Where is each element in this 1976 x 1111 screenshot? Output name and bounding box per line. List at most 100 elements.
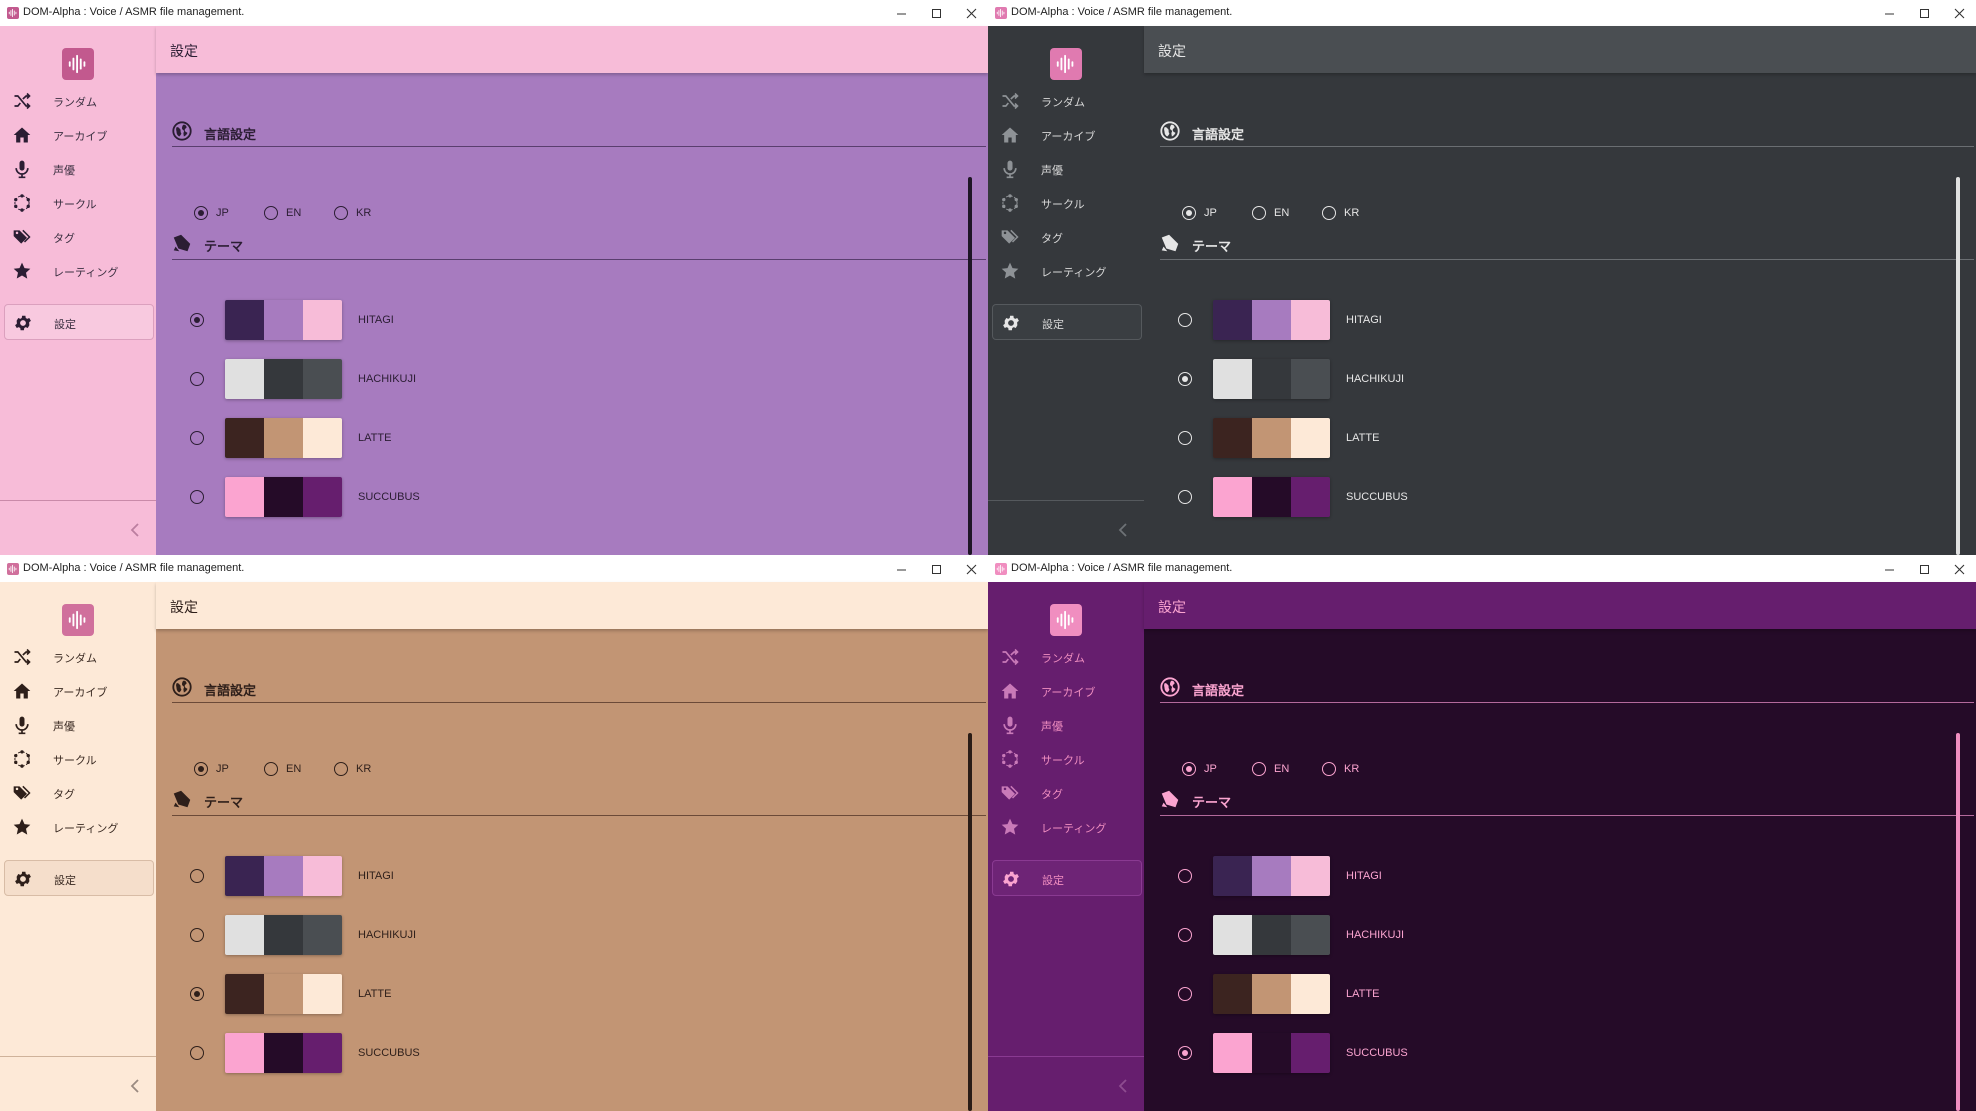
sidebar-item-6[interactable]: 設定	[4, 860, 154, 896]
sidebar-item-0[interactable]: ランダム	[4, 639, 154, 675]
sidebar-item-6[interactable]: 設定	[4, 304, 154, 340]
lang-radio-en[interactable]	[264, 206, 278, 220]
lang-radio-jp[interactable]	[194, 206, 208, 220]
sidebar-item-1[interactable]: アーカイブ	[4, 117, 154, 153]
app-logo[interactable]	[1050, 604, 1082, 636]
section-divider	[1160, 815, 1974, 816]
app-logo[interactable]	[1050, 48, 1082, 80]
lang-radio-kr[interactable]	[1322, 206, 1336, 220]
theme-radio[interactable]	[1178, 987, 1192, 1001]
theme-radio[interactable]	[190, 490, 204, 504]
sidebar-item-0[interactable]: ランダム	[992, 639, 1142, 675]
lang-radio-jp[interactable]	[194, 762, 208, 776]
chevron-left-icon[interactable]	[1114, 1076, 1134, 1096]
theme-radio[interactable]	[190, 372, 204, 386]
theme-radio[interactable]	[1178, 313, 1192, 327]
theme-option[interactable]: SUCCUBUS	[1144, 1031, 1944, 1075]
lang-radio-jp[interactable]	[1182, 206, 1196, 220]
theme-radio[interactable]	[190, 869, 204, 883]
chevron-left-icon[interactable]	[126, 520, 146, 540]
theme-radio[interactable]	[190, 313, 204, 327]
sidebar-item-1[interactable]: アーカイブ	[4, 673, 154, 709]
lang-radio-en[interactable]	[1252, 206, 1266, 220]
app-logo[interactable]	[62, 48, 94, 80]
app-logo[interactable]	[62, 604, 94, 636]
theme-option[interactable]: LATTE	[1144, 416, 1944, 460]
sidebar-item-5[interactable]: レーティング	[992, 809, 1142, 845]
minimize-button[interactable]	[1874, 558, 1904, 580]
close-button[interactable]	[1944, 558, 1974, 580]
sidebar-item-3[interactable]: サークル	[992, 185, 1142, 221]
theme-option[interactable]: HITAGI	[156, 298, 956, 342]
lang-radio-en[interactable]	[264, 762, 278, 776]
sidebar-item-4[interactable]: タグ	[992, 219, 1142, 255]
scrollbar[interactable]	[1956, 733, 1960, 1111]
scrollbar[interactable]	[968, 177, 972, 555]
minimize-button[interactable]	[886, 558, 916, 580]
chevron-left-icon[interactable]	[1114, 520, 1134, 540]
maximize-button[interactable]	[1909, 558, 1939, 580]
close-button[interactable]	[956, 2, 986, 24]
sidebar-item-2[interactable]: 声優	[4, 151, 154, 187]
theme-option[interactable]: SUCCUBUS	[1144, 475, 1944, 519]
theme-option[interactable]: SUCCUBUS	[156, 475, 956, 519]
sidebar-item-0[interactable]: ランダム	[992, 83, 1142, 119]
theme-radio[interactable]	[1178, 490, 1192, 504]
sidebar-item-5[interactable]: レーティング	[4, 809, 154, 845]
chevron-left-icon[interactable]	[126, 1076, 146, 1096]
sidebar-item-1[interactable]: アーカイブ	[992, 117, 1142, 153]
theme-option[interactable]: HITAGI	[156, 854, 956, 898]
theme-radio[interactable]	[190, 987, 204, 1001]
sidebar-item-1[interactable]: アーカイブ	[992, 673, 1142, 709]
theme-radio[interactable]	[1178, 372, 1192, 386]
sidebar-item-4[interactable]: タグ	[4, 219, 154, 255]
sidebar-item-6[interactable]: 設定	[992, 304, 1142, 340]
lang-radio-kr[interactable]	[334, 762, 348, 776]
maximize-button[interactable]	[921, 558, 951, 580]
globe-icon	[1159, 676, 1181, 698]
sidebar-item-4[interactable]: タグ	[992, 775, 1142, 811]
theme-radio[interactable]	[1178, 1046, 1192, 1060]
sidebar-item-0[interactable]: ランダム	[4, 83, 154, 119]
scrollbar[interactable]	[1956, 177, 1960, 555]
theme-option[interactable]: HACHIKUJI	[1144, 357, 1944, 401]
sidebar-item-2[interactable]: 声優	[992, 707, 1142, 743]
theme-radio[interactable]	[1178, 928, 1192, 942]
theme-option[interactable]: HACHIKUJI	[156, 357, 956, 401]
sidebar-item-3[interactable]: サークル	[4, 185, 154, 221]
theme-option[interactable]: LATTE	[156, 972, 956, 1016]
lang-radio-kr[interactable]	[334, 206, 348, 220]
minimize-button[interactable]	[1874, 2, 1904, 24]
gear-icon	[13, 313, 33, 333]
maximize-button[interactable]	[921, 2, 951, 24]
lang-radio-kr[interactable]	[1322, 762, 1336, 776]
sidebar-item-3[interactable]: サークル	[4, 741, 154, 777]
theme-option[interactable]: HITAGI	[1144, 298, 1944, 342]
close-button[interactable]	[1944, 2, 1974, 24]
theme-radio[interactable]	[190, 1046, 204, 1060]
sidebar-item-5[interactable]: レーティング	[4, 253, 154, 289]
theme-option[interactable]: HACHIKUJI	[156, 913, 956, 957]
theme-option[interactable]: LATTE	[1144, 972, 1944, 1016]
lang-radio-jp[interactable]	[1182, 762, 1196, 776]
sidebar-item-5[interactable]: レーティング	[992, 253, 1142, 289]
sidebar-item-2[interactable]: 声優	[992, 151, 1142, 187]
scrollbar[interactable]	[968, 733, 972, 1111]
sidebar-item-2[interactable]: 声優	[4, 707, 154, 743]
sidebar-item-6[interactable]: 設定	[992, 860, 1142, 896]
close-button[interactable]	[956, 558, 986, 580]
maximize-button[interactable]	[1909, 2, 1939, 24]
theme-option[interactable]: SUCCUBUS	[156, 1031, 956, 1075]
sidebar-item-label: アーカイブ	[1041, 687, 1096, 699]
theme-option[interactable]: HITAGI	[1144, 854, 1944, 898]
theme-radio[interactable]	[1178, 431, 1192, 445]
theme-radio[interactable]	[1178, 869, 1192, 883]
lang-radio-en[interactable]	[1252, 762, 1266, 776]
sidebar-item-4[interactable]: タグ	[4, 775, 154, 811]
theme-option[interactable]: LATTE	[156, 416, 956, 460]
theme-radio[interactable]	[190, 431, 204, 445]
theme-radio[interactable]	[190, 928, 204, 942]
theme-option[interactable]: HACHIKUJI	[1144, 913, 1944, 957]
sidebar-item-3[interactable]: サークル	[992, 741, 1142, 777]
minimize-button[interactable]	[886, 2, 916, 24]
